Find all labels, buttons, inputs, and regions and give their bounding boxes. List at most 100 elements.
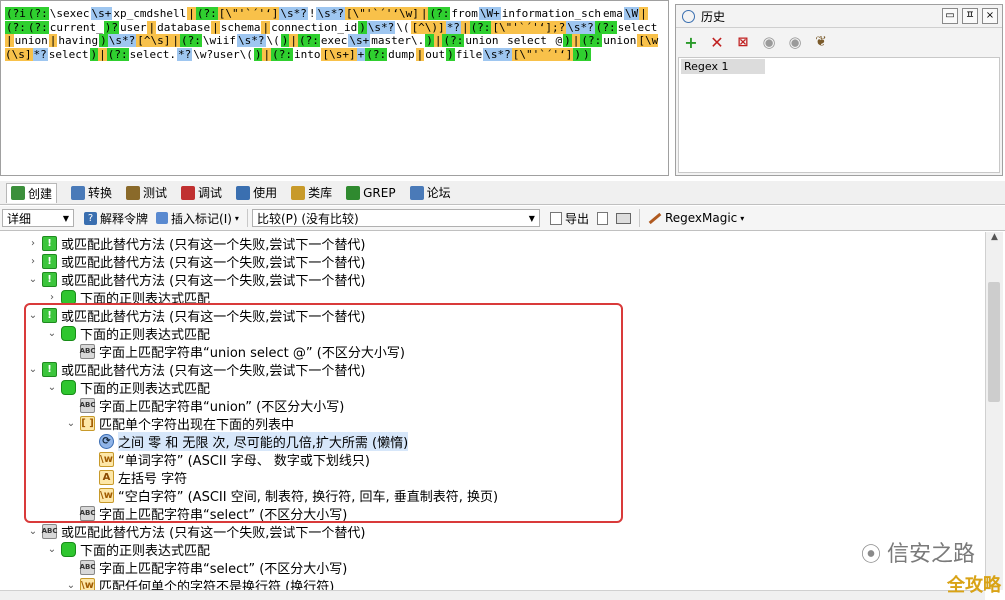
tree-node[interactable]: ABC 字面上匹配字符串“select” (不区分大小写) bbox=[66, 558, 347, 577]
add-icon[interactable]: + bbox=[682, 33, 700, 52]
close-button[interactable]: × bbox=[982, 8, 998, 24]
regex-token: ) bbox=[573, 47, 582, 61]
tree-node-label: 或匹配此替代方法 (只有这一个失败,尝试下一个替代) bbox=[61, 363, 366, 379]
scroll-up-icon[interactable]: ▲ bbox=[986, 232, 1003, 248]
tree-node[interactable]: ›! 或匹配此替代方法 (只有这一个失败,尝试下一个替代) bbox=[28, 234, 365, 253]
chevron-down-icon[interactable]: ⌄ bbox=[28, 364, 38, 375]
tree-node[interactable]: ABC 字面上匹配字符串“union” (不区分大小写) bbox=[66, 396, 345, 415]
regex-token: file bbox=[454, 47, 484, 61]
literal-icon: ABC bbox=[80, 559, 95, 575]
tree-node[interactable]: \w “空白字符” (ASCII 空间, 制表符, 换行符, 回车, 垂直制表符,… bbox=[85, 486, 498, 505]
tree-node-label: 或匹配此替代方法 (只有这一个失败,尝试下一个替代) bbox=[61, 309, 366, 325]
tree-node[interactable]: ⌄ 下面的正则表达式匹配 bbox=[47, 378, 210, 397]
regex-token: \s*? bbox=[316, 7, 345, 20]
regex-token: | bbox=[211, 20, 220, 34]
history-title: 历史 bbox=[701, 9, 726, 24]
tree-node[interactable]: ABC 字面上匹配字符串“select” (不区分大小写) bbox=[66, 504, 347, 523]
tab-use[interactable]: 使用 bbox=[236, 184, 277, 201]
alternation-icon: ! bbox=[42, 235, 57, 251]
regex-token: user bbox=[118, 20, 148, 34]
grep-icon bbox=[346, 185, 361, 200]
tree-node[interactable]: \w “单词字符” (ASCII 字母、 数字或下划线只) bbox=[85, 450, 370, 469]
chevron-right-icon[interactable]: › bbox=[28, 256, 38, 267]
delete-all-icon[interactable]: ⊠ bbox=[734, 33, 752, 51]
word-char-icon: \w bbox=[99, 487, 114, 503]
chevron-down-icon[interactable]: ⌄ bbox=[28, 274, 38, 285]
chevron-down-icon[interactable]: ⌄ bbox=[47, 382, 57, 393]
regex-token: out bbox=[424, 47, 447, 61]
tab-test[interactable]: 测试 bbox=[126, 184, 167, 201]
regex-token: [\"'`´'‘];? bbox=[491, 20, 567, 34]
tree-node[interactable]: A 左括号 字符 bbox=[85, 468, 187, 487]
regex-token: (?: bbox=[442, 34, 465, 47]
insert-token-button[interactable]: 插入标记(I) ▾ bbox=[152, 210, 243, 227]
tree-node[interactable]: ⌄ [ ] 匹配单个字符出现在下面的列表中 bbox=[66, 414, 294, 433]
tree-node[interactable]: ⌄ \w 匹配任何单个的字符不是换行符 (换行符) bbox=[66, 576, 334, 590]
tree-node[interactable]: ⌄ ABC 或匹配此替代方法 (只有这一个失败,尝试下一个替代) bbox=[28, 522, 366, 541]
owl-icon[interactable]: ❦ bbox=[812, 33, 830, 51]
tab-convert[interactable]: 转换 bbox=[71, 184, 112, 201]
chevron-down-icon[interactable]: ⌄ bbox=[47, 328, 57, 339]
copy-button[interactable] bbox=[593, 211, 612, 225]
tree-node-label: 字面上匹配字符串“union” (不区分大小写) bbox=[99, 399, 345, 415]
tree-node[interactable]: ABC 字面上匹配字符串“union select @” (不区分大小写) bbox=[66, 342, 405, 361]
chevron-down-icon[interactable]: ⌄ bbox=[28, 526, 38, 537]
regex-token: [^\)] bbox=[410, 20, 446, 34]
print-button[interactable] bbox=[612, 212, 635, 224]
tree-node[interactable]: ⟳ 之间 零 和 无限 次, 尽可能的几倍,扩大所需 (懒惰) bbox=[85, 431, 409, 451]
watermark: ⦿ 信安之路 bbox=[861, 536, 975, 568]
regex-token: @ bbox=[554, 34, 564, 47]
chevron-right-icon[interactable]: › bbox=[28, 238, 38, 249]
regex-token: )? bbox=[103, 20, 119, 34]
restore-button[interactable]: ▭ bbox=[942, 8, 958, 24]
explain-token-label: 解释令牌 bbox=[100, 211, 149, 226]
tab-label: 使用 bbox=[253, 186, 278, 200]
scroll-thumb[interactable] bbox=[988, 282, 1000, 402]
regex-token: \( bbox=[395, 20, 411, 34]
regexmagic-button[interactable]: RegexMagic ▾ bbox=[644, 211, 748, 225]
history-list[interactable]: Regex 1 bbox=[678, 57, 1000, 173]
chevron-down-icon[interactable]: ⌄ bbox=[47, 544, 57, 555]
move-up-icon[interactable]: ◉ bbox=[760, 33, 778, 51]
regex-token: (?: bbox=[428, 7, 451, 20]
regex-token: ) bbox=[99, 34, 108, 47]
alternation-icon: ! bbox=[42, 361, 57, 377]
export-button[interactable]: 导出 bbox=[546, 210, 593, 227]
tree-node[interactable]: ⌄! 或匹配此替代方法 (只有这一个失败,尝试下一个替代) bbox=[28, 360, 366, 379]
regex-token: | bbox=[187, 7, 196, 20]
tab-grep[interactable]: GREP bbox=[346, 185, 396, 200]
tree-node-label: 或匹配此替代方法 (只有这一个失败,尝试下一个替代) bbox=[61, 525, 366, 541]
regex-editor[interactable]: (?i (?: \sexec \s+ xp_cmdshell | (?: [\"'`´'‘] \… bbox=[0, 0, 669, 176]
move-down-icon[interactable]: ◉ bbox=[786, 33, 804, 51]
tab-create[interactable]: 创建 bbox=[6, 182, 58, 203]
chevron-down-icon[interactable]: ⌄ bbox=[66, 580, 76, 591]
vertical-scrollbar[interactable]: ▲ bbox=[985, 232, 1003, 590]
explain-token-button[interactable]: ? 解释令牌 bbox=[80, 210, 152, 227]
chevron-right-icon[interactable]: › bbox=[47, 292, 57, 303]
tree-node[interactable]: › 下面的正则表达式匹配 bbox=[47, 288, 210, 307]
tab-library[interactable]: 类库 bbox=[291, 184, 332, 201]
regex-tree[interactable]: ›! 或匹配此替代方法 (只有这一个失败,尝试下一个替代) ›! 或匹配此替代方法 (… bbox=[0, 232, 985, 590]
divider bbox=[638, 209, 640, 227]
tree-node[interactable]: ⌄! 或匹配此替代方法 (只有这一个失败,尝试下一个替代) bbox=[28, 270, 365, 289]
tree-node[interactable]: ›! 或匹配此替代方法 (只有这一个失败,尝试下一个替代) bbox=[28, 252, 365, 271]
regex-token: \W+ bbox=[478, 7, 501, 20]
compare-select[interactable]: 比较(P) (没有比较) ▼ bbox=[251, 209, 540, 227]
regex-code[interactable]: (?i (?: \sexec \s+ xp_cmdshell | (?: [\"'`´'‘] \… bbox=[5, 7, 665, 61]
tab-forum[interactable]: 论坛 bbox=[409, 184, 451, 201]
tab-debug[interactable]: 调试 bbox=[181, 184, 222, 201]
copy-icon bbox=[596, 211, 608, 225]
tree-node[interactable]: ⌄ 下面的正则表达式匹配 bbox=[47, 324, 210, 343]
delete-icon[interactable]: ✕ bbox=[708, 33, 726, 52]
history-panel: 历史 ▭ ㅍ × + ✕ ⊠ ◉ ◉ ❦ Regex 1 bbox=[675, 4, 1003, 176]
detail-mode-select[interactable]: 详细 ▼ bbox=[2, 209, 74, 227]
tree-node[interactable]: ⌄ 下面的正则表达式匹配 bbox=[47, 540, 210, 559]
chevron-down-icon[interactable]: ⌄ bbox=[66, 418, 76, 429]
word-char-icon: \w bbox=[99, 451, 114, 467]
regex-token: dump bbox=[387, 47, 416, 61]
pin-button[interactable]: ㅍ bbox=[962, 8, 978, 24]
tree-node[interactable]: ⌄! 或匹配此替代方法 (只有这一个失败,尝试下一个替代) bbox=[28, 306, 366, 325]
regex-token: \s*? bbox=[279, 7, 308, 20]
chevron-down-icon[interactable]: ⌄ bbox=[28, 310, 38, 321]
history-item[interactable]: Regex 1 bbox=[681, 59, 765, 74]
